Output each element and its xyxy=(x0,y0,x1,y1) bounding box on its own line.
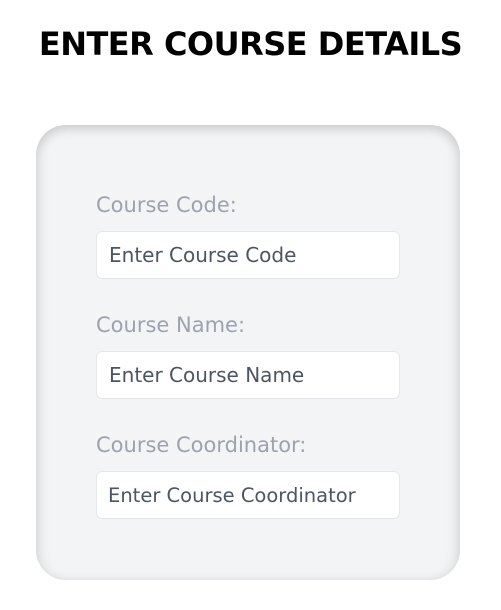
course-code-input[interactable] xyxy=(96,231,400,279)
course-name-label: Course Name: xyxy=(96,313,246,337)
page: ENTER COURSE DETAILS Course Code: Course… xyxy=(0,0,501,610)
page-title: ENTER COURSE DETAILS xyxy=(38,25,463,63)
course-name-input[interactable] xyxy=(96,351,400,399)
course-details-form: Course Code: Course Name: Course Coordin… xyxy=(36,125,460,580)
course-name-field-group: Course Name: xyxy=(96,311,400,399)
course-code-label: Course Code: xyxy=(96,193,237,217)
course-coordinator-input[interactable] xyxy=(96,471,400,519)
course-code-field-group: Course Code: xyxy=(96,191,400,279)
course-coordinator-label: Course Coordinator: xyxy=(96,433,307,457)
course-coordinator-field-group: Course Coordinator: xyxy=(96,431,400,519)
